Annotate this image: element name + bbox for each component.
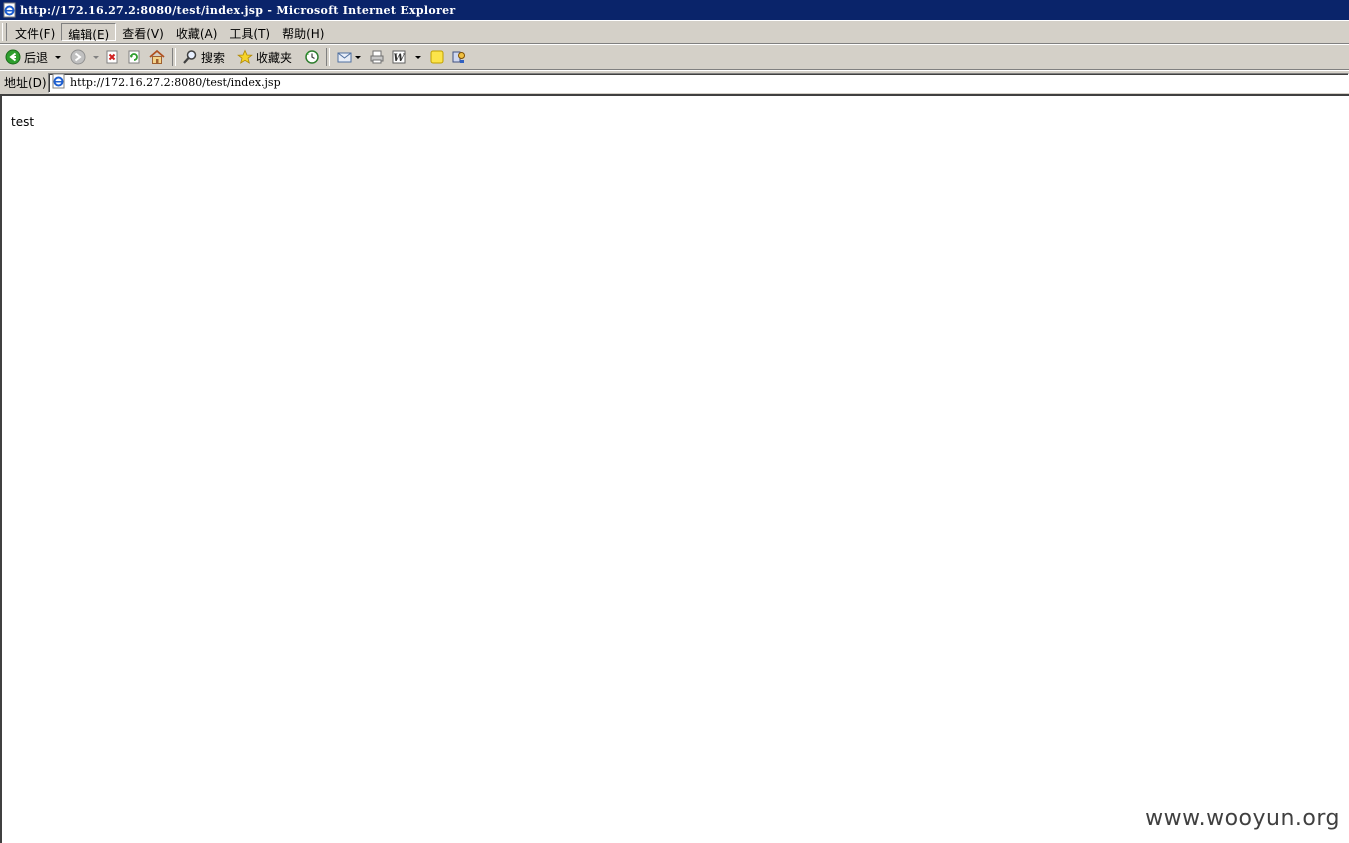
forward-button[interactable] [67,46,89,68]
ie-window: http://172.16.27.2:8080/test/index.jsp -… [0,0,1349,843]
refresh-icon [126,49,142,65]
back-label: 后退 [24,50,49,65]
menu-help[interactable]: 帮助(H) [276,23,330,41]
stop-icon [104,49,120,65]
menu-edit[interactable]: 编辑(E) [61,23,117,42]
back-arrow-icon [5,49,21,65]
word-icon: W [391,49,407,65]
print-button[interactable] [366,46,388,68]
refresh-button[interactable] [123,46,145,68]
edit-word-button[interactable]: W [388,46,426,68]
messenger-button[interactable] [448,46,470,68]
history-clock-icon [304,49,320,65]
address-bar: 地址(D) [0,70,1349,94]
printer-icon [369,49,385,65]
standard-toolbar: 后退 搜索 收藏夹 W [0,44,1349,70]
address-field[interactable] [48,72,1349,93]
ie-page-icon [51,73,67,93]
history-button[interactable] [301,46,323,68]
menu-grip[interactable] [2,23,7,41]
page-body-text: test [11,115,35,129]
ie-page-icon [2,2,18,18]
favorites-label: 收藏夹 [256,50,293,65]
stop-button[interactable] [101,46,123,68]
back-button[interactable]: 后退 [2,46,51,68]
page-content[interactable]: test www.wooyun.org [0,94,1349,843]
mail-dropdown-arrow[interactable] [355,55,362,59]
svg-text:W: W [393,53,406,64]
sticky-note-icon [429,49,445,65]
mail-icon [336,49,354,65]
edit-dropdown-arrow[interactable] [415,55,422,59]
home-icon [148,49,166,65]
window-title: http://172.16.27.2:8080/test/index.jsp -… [20,3,456,17]
menu-view[interactable]: 查看(V) [116,23,170,41]
forward-dropdown-arrow[interactable] [93,55,100,59]
search-button[interactable]: 搜索 [179,46,228,68]
discuss-button[interactable] [426,46,448,68]
home-button[interactable] [145,46,169,68]
menu-tools[interactable]: 工具(T) [223,23,276,41]
menu-favorites[interactable]: 收藏(A) [170,23,224,41]
watermark-text: www.wooyun.org [1145,806,1340,831]
title-bar[interactable]: http://172.16.27.2:8080/test/index.jsp -… [0,0,1349,20]
address-input[interactable] [70,74,1348,91]
research-icon [451,49,467,65]
address-label: 地址(D) [4,76,47,90]
toolbar-separator [172,48,177,66]
favorites-button[interactable]: 收藏夹 [234,46,295,68]
menu-file[interactable]: 文件(F) [9,23,61,41]
forward-arrow-icon [70,49,86,65]
menu-bar: 文件(F) 编辑(E) 查看(V) 收藏(A) 工具(T) 帮助(H) [0,20,1349,44]
search-icon [182,49,198,65]
mail-button[interactable] [333,46,366,68]
star-icon [237,49,253,65]
back-dropdown-arrow[interactable] [55,55,62,59]
toolbar-separator [326,48,331,66]
search-label: 搜索 [201,50,226,65]
